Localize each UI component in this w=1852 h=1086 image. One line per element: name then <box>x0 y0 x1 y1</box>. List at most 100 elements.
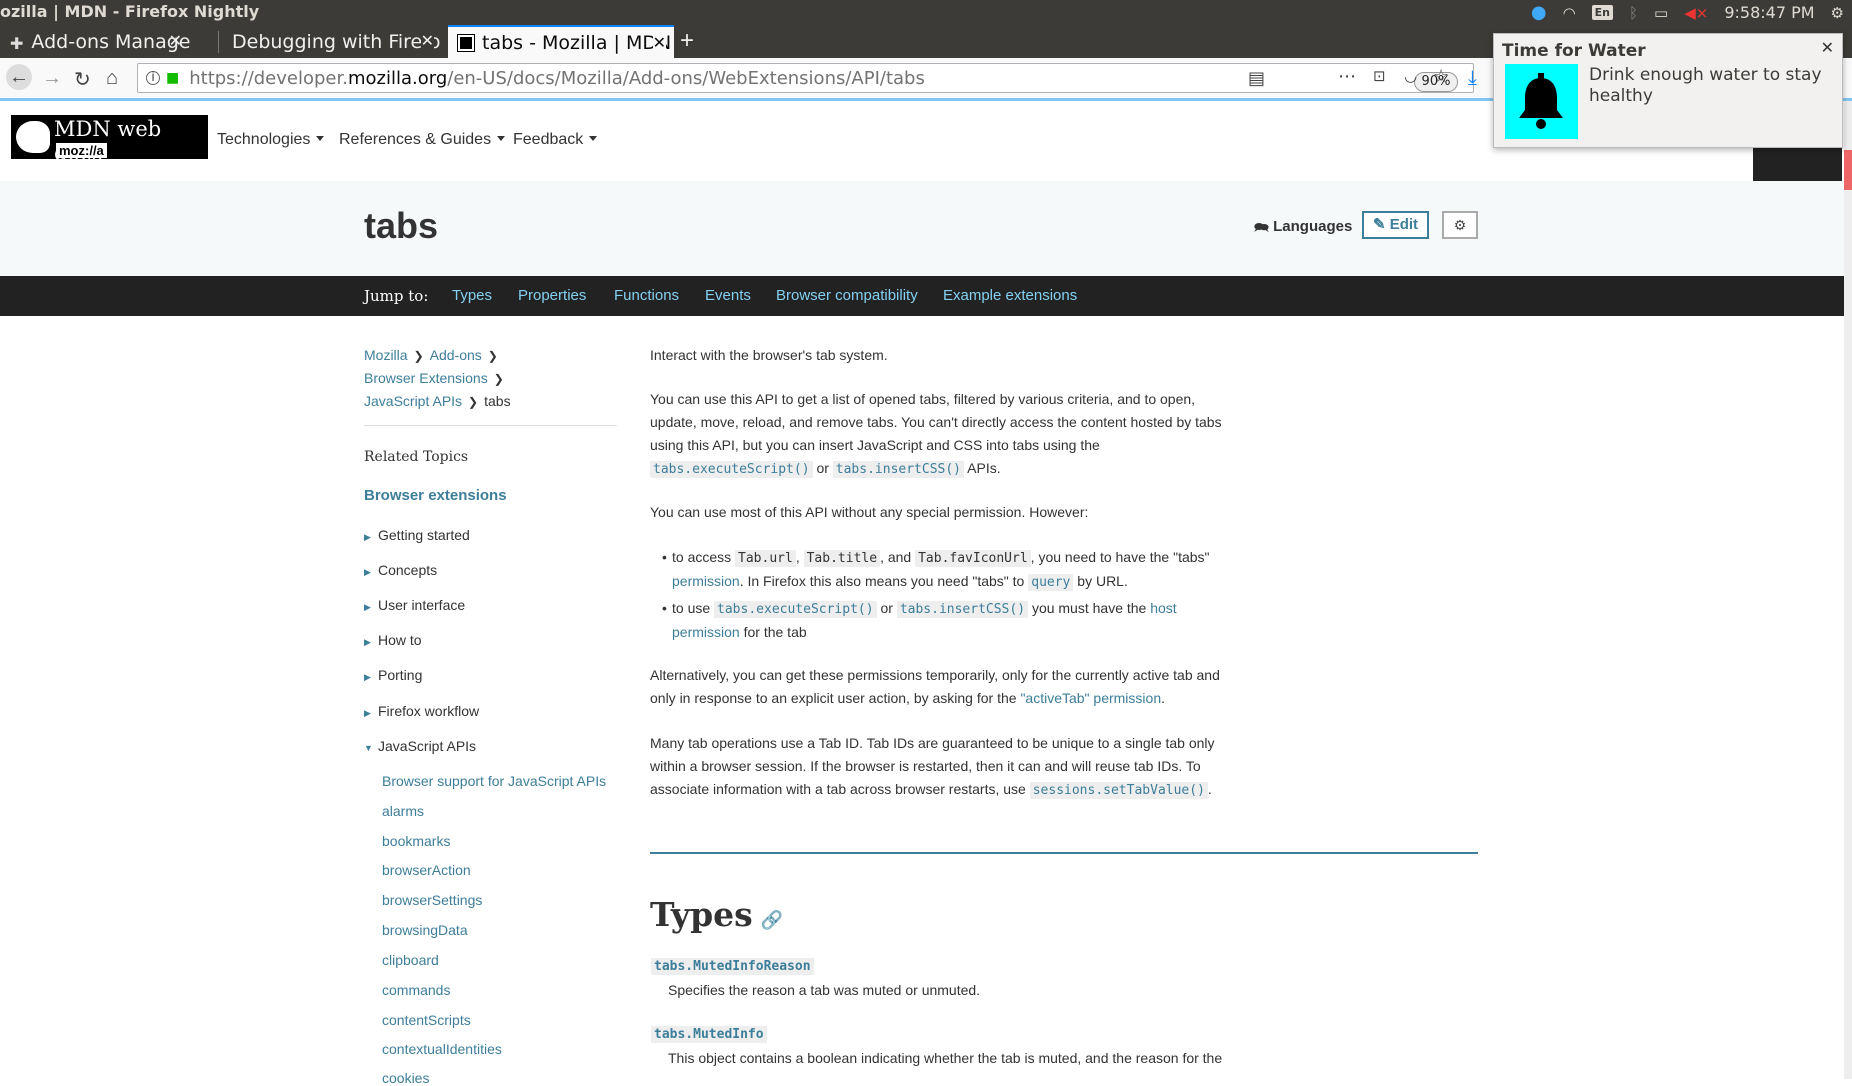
edit-button[interactable]: ✎ Edit <box>1362 211 1429 239</box>
nav-references-guides[interactable]: References & Guides <box>339 131 506 149</box>
code-link[interactable]: query <box>1028 574 1074 591</box>
sidebar-item-user-interface[interactable]: ▶ User interface <box>364 597 465 613</box>
code-link[interactable]: tabs.executeScript() <box>650 461 813 478</box>
list-item: to access Tab.url, Tab.title, and Tab.fa… <box>662 546 1247 594</box>
sidebar-subitem[interactable]: commands <box>382 982 450 998</box>
type-description: This object contains a boolean indicatin… <box>668 1050 1223 1066</box>
page-actions-icon[interactable]: ⋯ <box>1338 66 1356 87</box>
gear-icon: ⚙ <box>1453 217 1467 233</box>
wifi-icon[interactable]: ◠ <box>1563 4 1576 22</box>
sidebar-subitem[interactable]: browserAction <box>382 862 471 878</box>
reload-icon[interactable]: ↻ <box>74 67 91 92</box>
skype-icon[interactable]: ● <box>1531 2 1547 23</box>
text: , you need to have the "tabs" <box>1030 549 1210 565</box>
type-description: Specifies the reason a tab was muted or … <box>668 982 981 998</box>
sidebar-subitem[interactable]: browserSettings <box>382 892 482 908</box>
triangle-right-icon: ▶ <box>364 602 371 612</box>
sidebar-item-label: Concepts <box>378 562 438 578</box>
jump-link-properties[interactable]: Properties <box>518 287 586 304</box>
sidebar-divider <box>364 425 617 426</box>
screenshot-icon[interactable]: ⊡ <box>1373 67 1386 85</box>
activetab-permission-link[interactable]: "activeTab" permission <box>1020 690 1161 706</box>
jump-link-example-extensions[interactable]: Example extensions <box>943 287 1077 304</box>
jump-link-events[interactable]: Events <box>705 287 751 304</box>
code-link[interactable]: tabs.insertCSS() <box>896 601 1029 618</box>
battery-icon[interactable]: ▭ <box>1654 4 1668 22</box>
back-icon[interactable]: ← <box>6 64 32 90</box>
languages-button[interactable]: 🗪 Languages <box>1254 218 1352 239</box>
mdn-logo[interactable]: MDN web docs moz://a <box>11 115 208 165</box>
inline-code: Tab.title <box>803 550 881 567</box>
sidebar-subitem[interactable]: Browser support for JavaScript APIs <box>382 773 606 789</box>
sidebar-subitem[interactable]: bookmarks <box>382 833 450 849</box>
scrollbar[interactable] <box>1844 101 1852 1079</box>
sidebar-subitem[interactable]: contextualIdentities <box>382 1041 502 1057</box>
breadcrumb-mozilla[interactable]: Mozilla <box>364 347 408 363</box>
pocket-icon[interactable]: ◡ <box>1404 67 1417 85</box>
sidebar-item-porting[interactable]: ▶ Porting <box>364 667 422 683</box>
info-icon[interactable]: i <box>146 71 160 85</box>
breadcrumb-javascript-apis[interactable]: JavaScript APIs <box>364 393 462 409</box>
triangle-right-icon: ▶ <box>364 672 371 682</box>
scrollbar-thumb[interactable] <box>1844 150 1852 190</box>
clock[interactable]: 9:58:47 PM <box>1724 3 1814 22</box>
volume-muted-icon[interactable]: ◀× <box>1684 4 1708 22</box>
code-link[interactable]: sessions.setTabValue() <box>1029 782 1208 799</box>
bluetooth-icon[interactable]: ᛒ <box>1629 4 1638 22</box>
keyboard-layout[interactable]: En <box>1591 5 1614 20</box>
sidebar-item-concepts[interactable]: ▶ Concepts <box>364 562 437 578</box>
sidebar-item-javascript-apis[interactable]: ▼ JavaScript APIs <box>364 738 476 754</box>
close-tab-icon[interactable]: ✕ <box>420 31 434 50</box>
type-name-link[interactable]: tabs.MutedInfoReason <box>651 958 814 975</box>
type-name-link[interactable]: tabs.MutedInfo <box>651 1026 767 1043</box>
types-heading: Types 🔗 <box>650 895 783 934</box>
chevron-right-icon: ❯ <box>468 395 479 409</box>
sidebar-item-getting-started[interactable]: ▶ Getting started <box>364 527 470 543</box>
close-icon[interactable]: ✕ <box>1821 38 1834 57</box>
downloads-icon[interactable]: ⤓ <box>1468 67 1477 90</box>
nav-feedback[interactable]: Feedback <box>513 131 598 149</box>
new-tab-icon[interactable]: + <box>680 27 694 55</box>
forward-icon[interactable]: → <box>42 67 62 90</box>
nav-technologies[interactable]: Technologies <box>217 131 325 149</box>
jump-link-functions[interactable]: Functions <box>614 287 679 304</box>
tab-label: tabs - Mozilla | MDN <box>482 31 672 54</box>
settings-button[interactable]: ⚙ <box>1442 211 1478 239</box>
pencil-icon: ✎ <box>1372 216 1386 233</box>
breadcrumb-addons[interactable]: Add-ons <box>430 347 482 363</box>
translate-icon: 🗪 <box>1254 220 1269 234</box>
jump-link-types[interactable]: Types <box>452 287 492 304</box>
chevron-down-icon <box>316 136 325 141</box>
url-bar[interactable]: i ■ https://developer.mozilla.org/en-US/… <box>137 63 1474 93</box>
breadcrumb: Mozilla ❯ Add-ons ❯ <box>364 347 504 363</box>
sidebar-item-firefox-workflow[interactable]: ▶ Firefox workflow <box>364 703 479 719</box>
sidebar-item-how-to[interactable]: ▶ How to <box>364 632 422 648</box>
settings-gear-icon[interactable]: ⚙ <box>1831 4 1844 22</box>
tab-addons-manager[interactable]: ✚ Add-ons Manager ✕ <box>0 25 190 58</box>
sidebar-subitem[interactable]: contentScripts <box>382 1012 471 1028</box>
chevron-down-icon <box>497 136 506 141</box>
tab-mdn-tabs[interactable]: tabs - Mozilla | MDN ✕ <box>448 25 674 58</box>
url-prefix: https://developer. <box>189 67 348 89</box>
permission-link[interactable]: permission <box>672 573 740 589</box>
tab-debugging[interactable]: Debugging with Firefo ✕ <box>222 25 442 58</box>
home-icon[interactable]: ⌂ <box>106 67 118 90</box>
close-tab-icon[interactable]: ✕ <box>652 33 666 52</box>
jump-link-browser-compatibility[interactable]: Browser compatibility <box>776 287 918 304</box>
lock-icon[interactable]: ■ <box>166 70 179 86</box>
browser-extensions-link[interactable]: Browser extensions <box>364 487 507 504</box>
sidebar-subitem[interactable]: clipboard <box>382 952 439 968</box>
code-link[interactable]: tabs.insertCSS() <box>832 461 965 478</box>
close-tab-icon[interactable]: ✕ <box>169 31 182 50</box>
notification-popup[interactable]: Time for Water ✕ Drink enough water to s… <box>1493 33 1843 148</box>
bookmark-star-icon[interactable]: ☆ <box>1433 66 1449 87</box>
sidebar-subitem[interactable]: browsingData <box>382 922 468 938</box>
paragraph: Many tab operations use a Tab ID. Tab ID… <box>650 735 1215 799</box>
link-icon[interactable]: 🔗 <box>761 910 783 931</box>
breadcrumb-browser-extensions[interactable]: Browser Extensions <box>364 370 488 386</box>
sidebar-subitem[interactable]: cookies <box>382 1070 429 1086</box>
sidebar-subitem[interactable]: alarms <box>382 803 424 819</box>
code-link[interactable]: tabs.executeScript() <box>714 601 877 618</box>
url-text: https://developer.mozilla.org/en-US/docs… <box>189 68 925 89</box>
reader-view-icon[interactable]: ▤ <box>1248 68 1265 89</box>
